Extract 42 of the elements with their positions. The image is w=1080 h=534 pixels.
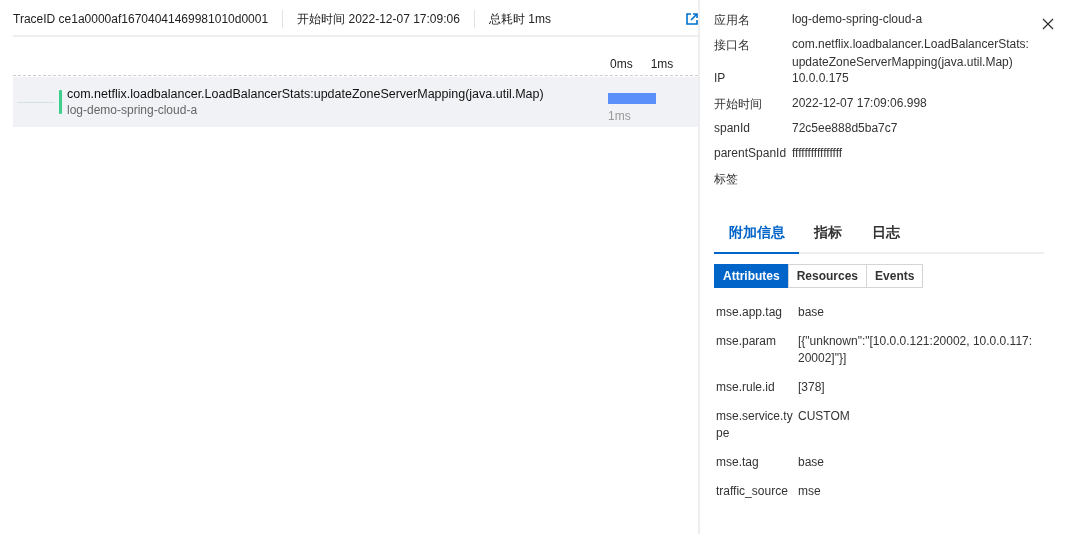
detail-value: 10.0.0.175 [792, 70, 849, 87]
segment-button[interactable]: Resources [787, 264, 868, 288]
span-duration: 1ms [608, 109, 631, 123]
attribute-value: CUSTOM [798, 408, 851, 425]
tab[interactable]: 指标 [799, 216, 857, 254]
attribute-key: mse.tag [716, 454, 798, 471]
attribute-key: mse.param [716, 333, 798, 367]
span-name: com.netflix.loadbalancer.LoadBalancerStats:updateZoneServerMapping(java.util.Map) [67, 87, 545, 101]
start-time: 开始时间 2022-12-07 17:09:06 [297, 10, 460, 28]
attribute-key: mse.rule.id [716, 379, 798, 396]
detail-label: IP [714, 71, 727, 87]
tab[interactable]: 日志 [857, 216, 915, 254]
attribute-value: base [798, 454, 826, 471]
detail-value: ffffffffffffffff [792, 145, 843, 162]
detail-value: com.netflix.loadbalancer.LoadBalancerStats: updateZoneServerMapping(java.util.Map) [792, 36, 1029, 71]
trace-id: TraceID ce1a0000af16704041469981010d0001 [13, 12, 269, 26]
detail-value: log-demo-spring-cloud-a [792, 11, 923, 28]
external-link-icon[interactable] [686, 13, 698, 25]
attribute-value: [378] [798, 379, 826, 396]
time-tick: 0ms [610, 57, 633, 71]
tab[interactable]: 附加信息 [714, 216, 799, 254]
attribute-key: mse.app.tag [716, 304, 798, 321]
detail-label: 接口名 [714, 37, 751, 54]
detail-label: 应用名 [714, 12, 751, 29]
attribute-value: [{"unknown":"[10.0.0.121:20002, 10.0.0.117:20002]"}] [798, 333, 1034, 367]
segment-button[interactable]: Attributes [714, 264, 789, 288]
detail-value: 72c5ee888d5ba7c7 [792, 120, 898, 137]
close-icon[interactable] [1042, 18, 1054, 30]
attribute-key: mse.service.type [716, 408, 798, 442]
attribute-value: base [798, 304, 826, 321]
attribute-key: traffic_source [716, 483, 798, 500]
attribute-value: mse [798, 483, 822, 500]
detail-value: 2022-12-07 17:09:06.998 [792, 95, 927, 112]
detail-label: parentSpanId [714, 146, 788, 162]
span-row[interactable]: com.netflix.loadbalancer.LoadBalancerStats:updateZoneServerMapping(java.util.Map) log-demo-spring-cloud-a 1ms [13, 77, 698, 127]
detail-label: 标签 [714, 171, 739, 188]
span-app: log-demo-spring-cloud-a [67, 103, 199, 117]
total-duration: 总耗时 1ms [488, 10, 551, 28]
detail-label: 开始时间 [714, 96, 763, 113]
detail-label: spanId [714, 121, 752, 137]
segment-button[interactable]: Events [866, 264, 924, 288]
time-tick: 1ms [650, 57, 674, 71]
